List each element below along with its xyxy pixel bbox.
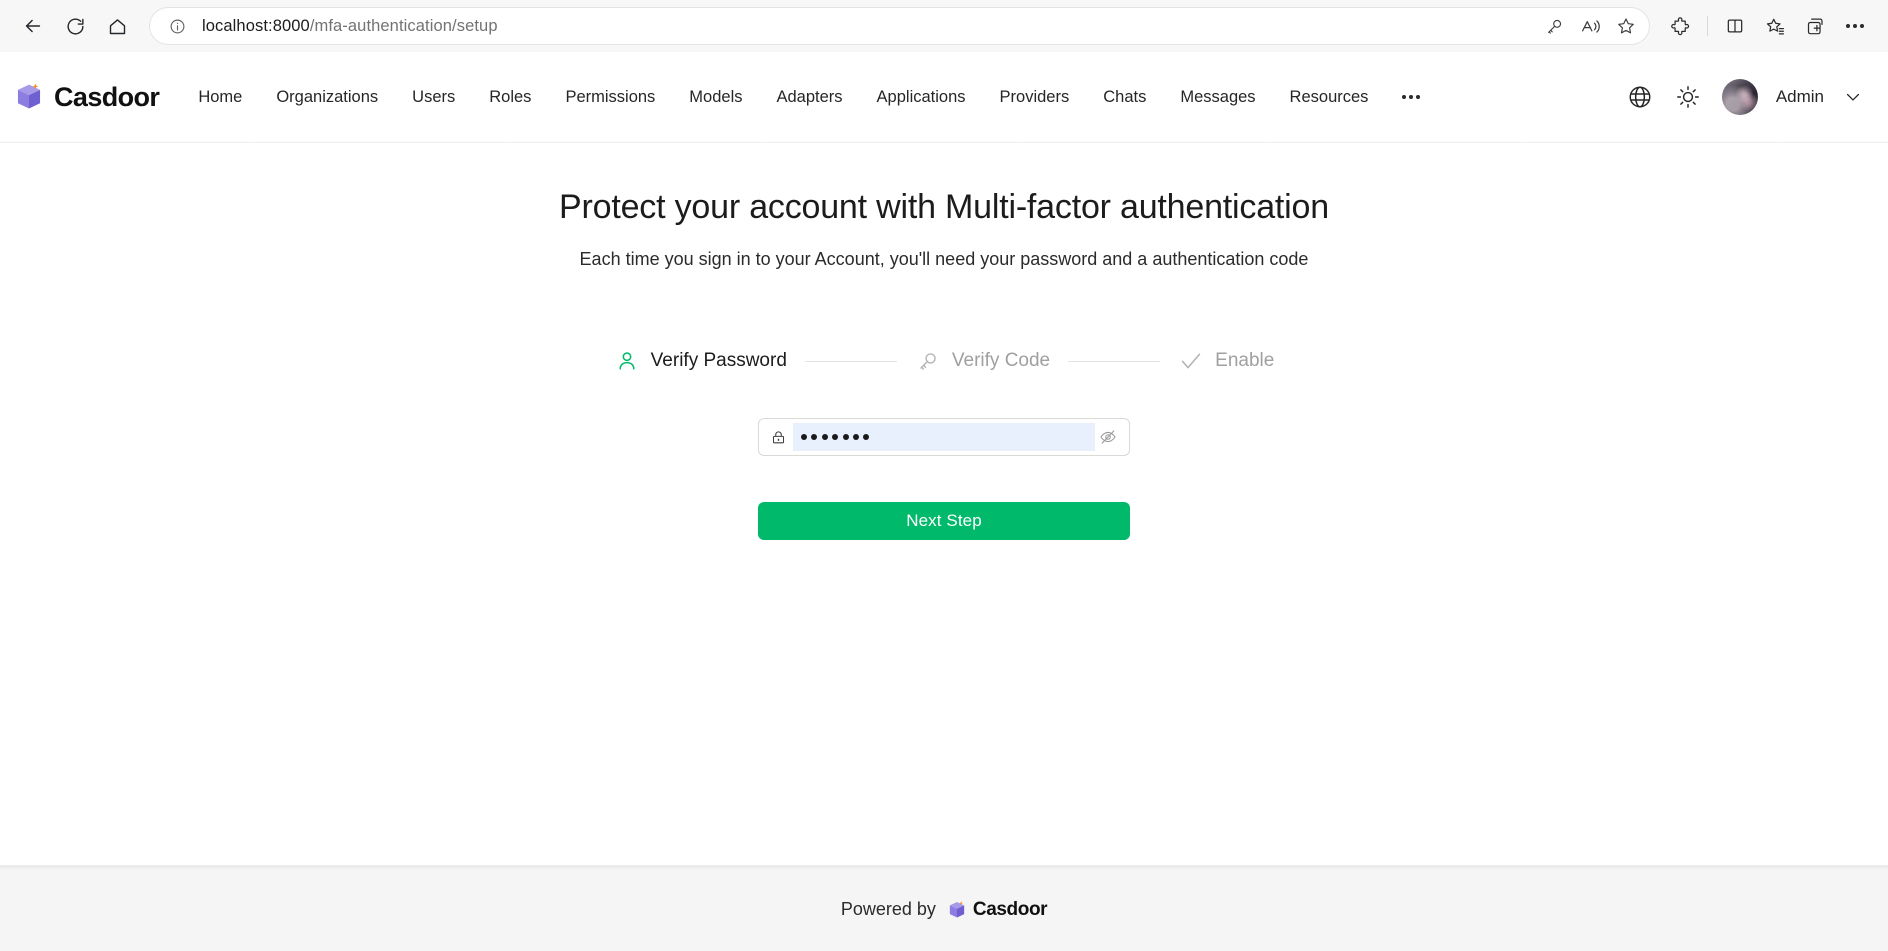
- favorite-star-icon[interactable]: [1609, 10, 1643, 42]
- url-path: /mfa-authentication/setup: [310, 17, 498, 35]
- nav-link-roles[interactable]: Roles: [472, 53, 548, 141]
- nav-link-providers[interactable]: Providers: [983, 53, 1087, 141]
- mfa-steps: Verify Password Verify Code Enable: [614, 348, 1275, 374]
- favorites-list-icon[interactable]: [1756, 7, 1794, 45]
- step-verify-password[interactable]: Verify Password: [614, 348, 787, 374]
- step-connector-2: [1068, 361, 1160, 362]
- nav-overflow-more-icon[interactable]: [1385, 95, 1437, 99]
- brand-logo-link[interactable]: Casdoor: [12, 80, 159, 114]
- site-info-icon[interactable]: [166, 15, 188, 37]
- address-bar-url[interactable]: localhost:8000/mfa-authentication/setup: [202, 17, 1537, 36]
- nav-link-permissions[interactable]: Permissions: [548, 53, 672, 141]
- key-outline-icon: [915, 348, 941, 374]
- brand-name: Casdoor: [54, 82, 159, 113]
- address-bar-actions: [1537, 10, 1643, 42]
- nav-link-users[interactable]: Users: [395, 53, 472, 141]
- password-input[interactable]: [758, 418, 1130, 456]
- nav-link-applications[interactable]: Applications: [860, 53, 983, 141]
- footer-brand-link[interactable]: Casdoor: [946, 899, 1047, 921]
- nav-link-adapters[interactable]: Adapters: [760, 53, 860, 141]
- extensions-puzzle-icon[interactable]: [1661, 7, 1699, 45]
- check-icon: [1178, 348, 1204, 374]
- browser-settings-more-icon[interactable]: [1836, 7, 1874, 45]
- step-verify-code-label: Verify Code: [952, 350, 1050, 372]
- page-title: Protect your account with Multi-factor a…: [559, 188, 1329, 227]
- sun-icon[interactable]: [1666, 75, 1710, 119]
- globe-icon[interactable]: [1618, 75, 1662, 119]
- nav-link-chats[interactable]: Chats: [1086, 53, 1163, 141]
- casdoor-cube-logo: [946, 899, 968, 921]
- step-connector-1: [805, 361, 897, 362]
- split-screen-icon[interactable]: [1716, 7, 1754, 45]
- url-host: localhost:8000: [202, 17, 310, 35]
- nav-link-models[interactable]: Models: [672, 53, 759, 141]
- powered-by-label: Powered by: [841, 899, 936, 920]
- page-footer: Powered by Casdoor: [0, 865, 1888, 951]
- toolbar-divider: [1707, 16, 1708, 36]
- page-subtitle: Each time you sign in to your Account, y…: [580, 249, 1309, 270]
- password-field-value[interactable]: [793, 423, 1095, 451]
- password-masked-dots: [801, 434, 869, 440]
- read-aloud-icon[interactable]: [1573, 10, 1607, 42]
- browser-toolbar: localhost:8000/mfa-authentication/setup: [0, 0, 1888, 52]
- key-icon[interactable]: [1537, 10, 1571, 42]
- nav-links: Home Organizations Users Roles Permissio…: [181, 53, 1617, 141]
- nav-link-messages[interactable]: Messages: [1163, 53, 1272, 141]
- back-arrow-icon[interactable]: [14, 7, 52, 45]
- step-enable[interactable]: Enable: [1178, 348, 1274, 374]
- mfa-setup-page: Protect your account with Multi-factor a…: [0, 142, 1888, 865]
- nav-link-home[interactable]: Home: [181, 53, 259, 141]
- app-navbar: Casdoor Home Organizations Users Roles P…: [0, 52, 1888, 142]
- browser-action-icons: [1661, 7, 1874, 45]
- step-enable-label: Enable: [1215, 350, 1274, 372]
- next-step-button[interactable]: Next Step: [758, 502, 1130, 540]
- lock-icon: [769, 428, 787, 446]
- navbar-right-actions: Admin: [1618, 75, 1874, 119]
- step-verify-code[interactable]: Verify Code: [915, 348, 1050, 374]
- chevron-down-icon[interactable]: [1840, 84, 1866, 110]
- nav-link-resources[interactable]: Resources: [1273, 53, 1386, 141]
- reload-icon[interactable]: [56, 7, 94, 45]
- footer-brand-name: Casdoor: [973, 899, 1047, 921]
- eye-invisible-icon[interactable]: [1095, 424, 1121, 450]
- address-bar[interactable]: localhost:8000/mfa-authentication/setup: [150, 8, 1649, 44]
- nav-link-organizations[interactable]: Organizations: [259, 53, 395, 141]
- user-avatar[interactable]: [1722, 79, 1758, 115]
- user-outline-icon: [614, 348, 640, 374]
- user-name[interactable]: Admin: [1776, 87, 1824, 107]
- collections-icon[interactable]: [1796, 7, 1834, 45]
- casdoor-cube-logo: [12, 80, 46, 114]
- home-icon[interactable]: [98, 7, 136, 45]
- step-verify-password-label: Verify Password: [651, 350, 787, 372]
